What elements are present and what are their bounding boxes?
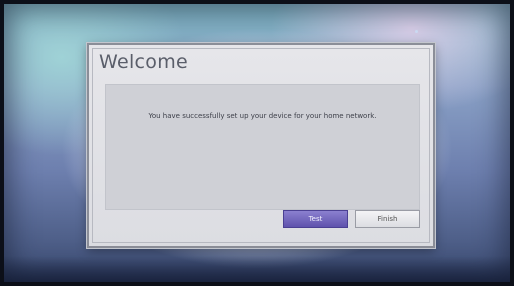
dialog-title: Welcome bbox=[99, 51, 189, 73]
decorative-sparkle bbox=[415, 30, 418, 33]
welcome-dialog: Welcome You have successfully set up you… bbox=[87, 43, 435, 248]
bottom-band bbox=[0, 256, 514, 286]
finish-button[interactable]: Finish bbox=[355, 210, 420, 228]
test-button[interactable]: Test bbox=[283, 210, 348, 228]
message-panel: You have successfully set up your device… bbox=[105, 84, 420, 210]
test-button-label: Test bbox=[308, 215, 323, 223]
success-message: You have successfully set up your device… bbox=[148, 112, 377, 120]
finish-button-label: Finish bbox=[377, 215, 398, 223]
